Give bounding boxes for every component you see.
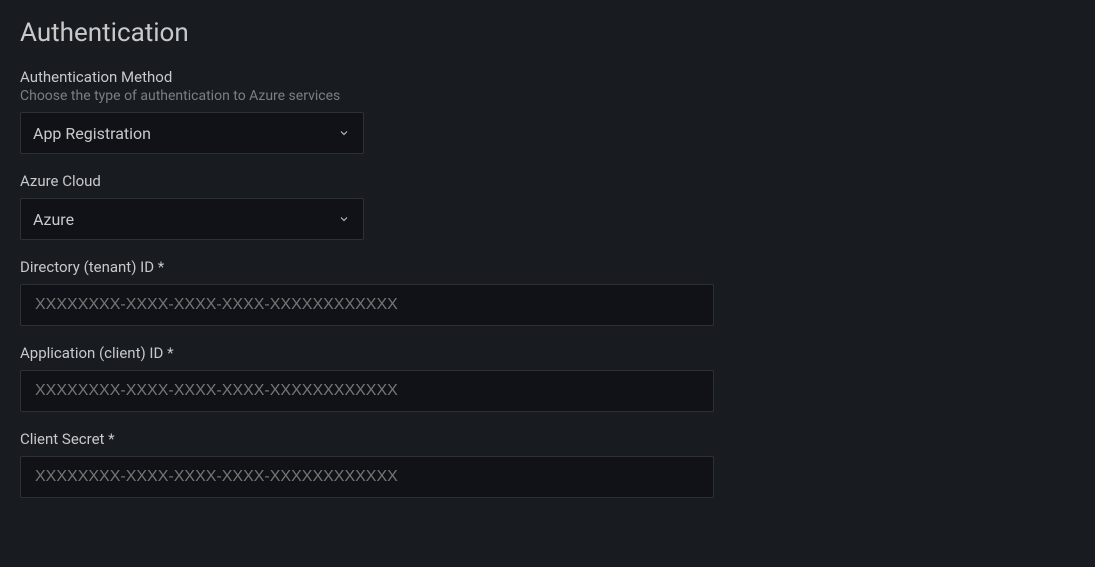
auth-method-value: App Registration <box>33 124 337 143</box>
tenant-id-label: Directory (tenant) ID * <box>20 258 1075 276</box>
auth-method-group: Authentication Method Choose the type of… <box>20 68 1075 154</box>
azure-cloud-value: Azure <box>33 210 337 229</box>
client-secret-label: Client Secret * <box>20 430 1075 448</box>
azure-cloud-label: Azure Cloud <box>20 172 1075 190</box>
auth-method-label: Authentication Method <box>20 68 1075 86</box>
section-title: Authentication <box>20 18 1075 48</box>
client-id-group: Application (client) ID * <box>20 344 1075 412</box>
azure-cloud-group: Azure Cloud Azure <box>20 172 1075 240</box>
auth-method-description: Choose the type of authentication to Azu… <box>20 88 1075 104</box>
chevron-down-icon <box>337 126 351 140</box>
client-id-input[interactable] <box>20 370 714 412</box>
tenant-id-group: Directory (tenant) ID * <box>20 258 1075 326</box>
tenant-id-input[interactable] <box>20 284 714 326</box>
client-secret-group: Client Secret * <box>20 430 1075 498</box>
client-id-label: Application (client) ID * <box>20 344 1075 362</box>
chevron-down-icon <box>337 212 351 226</box>
auth-method-select[interactable]: App Registration <box>20 112 364 154</box>
azure-cloud-select[interactable]: Azure <box>20 198 364 240</box>
client-secret-input[interactable] <box>20 456 714 498</box>
